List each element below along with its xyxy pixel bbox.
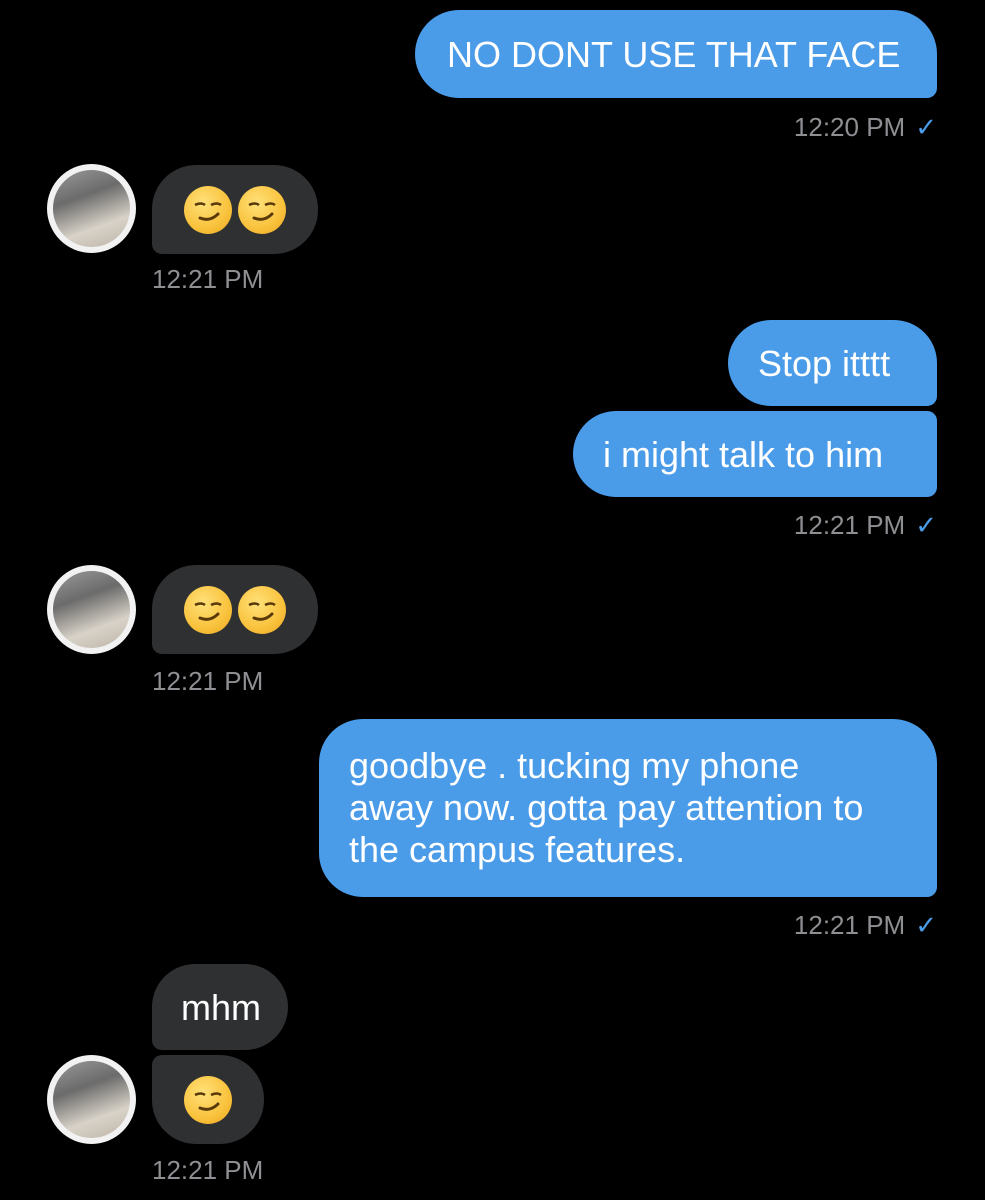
smirking-face-emoji <box>184 185 232 234</box>
message-line: the campus features. <box>349 829 686 870</box>
incoming-message-bubble[interactable] <box>152 165 318 254</box>
timestamp-text: 12:20 PM <box>793 112 906 142</box>
incoming-message-bubble[interactable] <box>152 565 318 654</box>
smirking-face-emoji <box>184 585 232 634</box>
contact-avatar[interactable] <box>47 565 136 654</box>
incoming-message-bubble[interactable] <box>152 1055 264 1144</box>
message-timestamp: 12:21 PM <box>152 264 264 294</box>
check-icon: ✓ <box>915 510 937 540</box>
message-timestamp: 12:21 PM <box>152 666 264 696</box>
contact-avatar[interactable] <box>47 164 136 253</box>
message-text: mhm <box>181 987 261 1028</box>
message-text: NO DONT USE THAT FACE <box>447 34 901 75</box>
check-icon: ✓ <box>915 910 937 940</box>
smirking-face-emoji <box>238 585 286 634</box>
message-text: i might talk to him <box>603 434 884 475</box>
check-icon: ✓ <box>915 112 937 142</box>
message-timestamp: 12:21 PM <box>152 1155 264 1185</box>
message-text: Stop itttt <box>758 343 891 384</box>
outgoing-message-bubble[interactable]: i might talk to him <box>573 411 937 497</box>
message-line: away now. gotta pay attention to <box>349 787 864 828</box>
outgoing-message-bubble[interactable]: NO DONT USE THAT FACE <box>415 10 937 98</box>
message-timestamp: 12:21 PM ✓ <box>794 910 937 941</box>
smirking-face-emoji <box>184 1075 232 1124</box>
timestamp-text: 12:21 PM <box>793 910 906 940</box>
message-line: goodbye . tucking my phone <box>349 745 800 786</box>
outgoing-message-bubble[interactable]: Stop itttt <box>728 320 937 406</box>
smirking-face-emoji <box>238 185 286 234</box>
outgoing-message-bubble[interactable]: goodbye . tucking my phone away now. got… <box>319 719 937 897</box>
contact-avatar[interactable] <box>47 1055 136 1144</box>
incoming-message-bubble[interactable]: mhm <box>152 964 288 1050</box>
message-timestamp: 12:21 PM ✓ <box>794 510 937 541</box>
message-timestamp: 12:20 PM ✓ <box>794 112 937 143</box>
timestamp-text: 12:21 PM <box>793 510 906 540</box>
